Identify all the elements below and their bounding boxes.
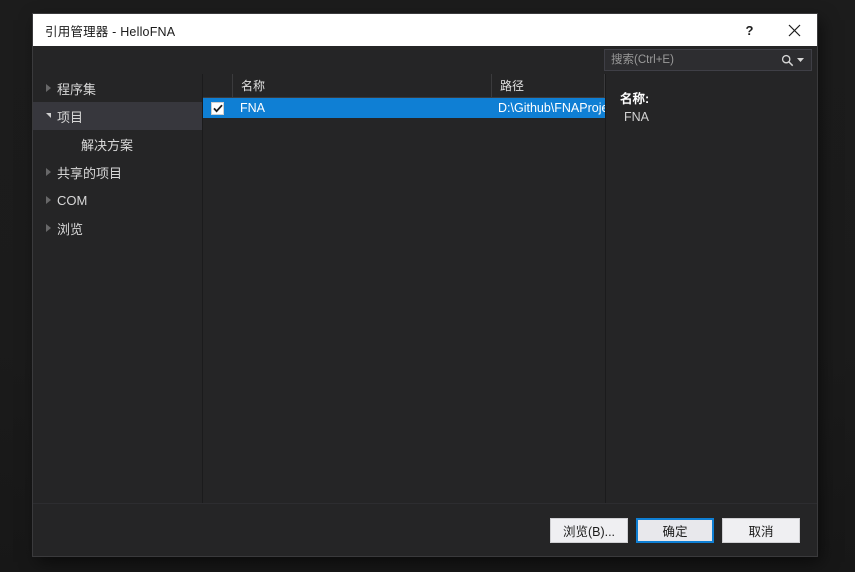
reference-manager-dialog: 引用管理器 - HelloFNA ? 搜索(Ctrl+E) 程序集 项目 解决方… [33,14,817,556]
sidebar-item-label: 浏览 [57,221,84,237]
search-box[interactable] [604,49,812,71]
sidebar-item-label: 解决方案 [81,137,134,153]
dialog-body: 程序集 项目 解决方案 共享的项目 [33,46,817,556]
detail-pane: 名称: FNA [606,74,817,503]
reference-list-pane: 名称 路径 FNA D:\Github\FNAProje [203,74,606,503]
column-header-name[interactable]: 名称 [233,74,492,97]
column-header-path[interactable]: 路径 [492,74,605,97]
triangle-right-icon [45,84,51,92]
window-title: 引用管理器 - HelloFNA [45,24,176,39]
close-button[interactable] [772,14,817,46]
triangle-right-icon [45,224,51,232]
search-input[interactable] [611,51,779,69]
expander-collapsed-icon[interactable] [39,196,57,204]
browse-button[interactable]: 浏览(B)... [550,517,628,543]
detail-name-value: FNA [624,110,649,124]
sidebar-item-label: COM [57,192,88,208]
title-bar: 引用管理器 - HelloFNA ? [33,14,817,46]
chevron-down-icon [797,58,804,62]
expander-collapsed-icon[interactable] [39,168,57,176]
cancel-button[interactable]: 取消 [722,517,800,543]
search-icon[interactable] [779,51,795,69]
table-row[interactable]: FNA D:\Github\FNAProje... [203,98,605,118]
expander-collapsed-icon[interactable] [39,84,57,92]
row-path: D:\Github\FNAProje... [498,101,605,115]
magnifier-icon [781,54,793,66]
column-header-checkbox[interactable] [203,74,233,97]
triangle-right-icon [45,196,51,204]
sidebar-item-label: 共享的项目 [57,165,123,181]
list-rows: FNA D:\Github\FNAProje... [203,98,605,503]
sidebar-item-projects[interactable]: 项目 [33,102,202,130]
close-icon [788,24,801,36]
detail-name-label: 名称: [620,92,650,106]
sidebar-item-com[interactable]: COM [33,186,202,214]
search-dropdown-icon[interactable] [795,51,807,69]
sidebar-item-label: 项目 [57,109,84,125]
row-checkbox[interactable] [203,101,232,115]
dialog-footer: 浏览(B)... 确定 取消 [33,503,817,556]
category-tree: 程序集 项目 解决方案 共享的项目 COM 浏览 [33,74,203,503]
list-column-headers: 名称 路径 [203,74,605,98]
question-mark-icon: ? [745,22,754,38]
panes-container: 程序集 项目 解决方案 共享的项目 COM 浏览 名称 路径 FNA D:\Gi… [33,74,817,503]
top-bar-spacer [33,46,604,74]
checkbox-checked-icon[interactable] [211,101,224,115]
expander-expanded-icon[interactable] [39,112,57,119]
sidebar-item-label: 程序集 [57,81,97,97]
top-bar [33,46,817,74]
sidebar-item-assemblies[interactable]: 程序集 [33,74,202,102]
triangle-down-icon [45,112,51,118]
sidebar-item-solution[interactable]: 解决方案 [33,130,202,158]
sidebar-item-shared-projects[interactable]: 共享的项目 [33,158,202,186]
row-name: FNA [240,101,265,115]
sidebar-item-browse[interactable]: 浏览 [33,214,202,242]
expander-collapsed-icon[interactable] [39,224,57,232]
ok-button[interactable]: 确定 [636,517,714,543]
checkmark-icon [212,104,223,113]
triangle-right-icon [45,168,51,176]
help-button[interactable]: ? [727,14,772,46]
